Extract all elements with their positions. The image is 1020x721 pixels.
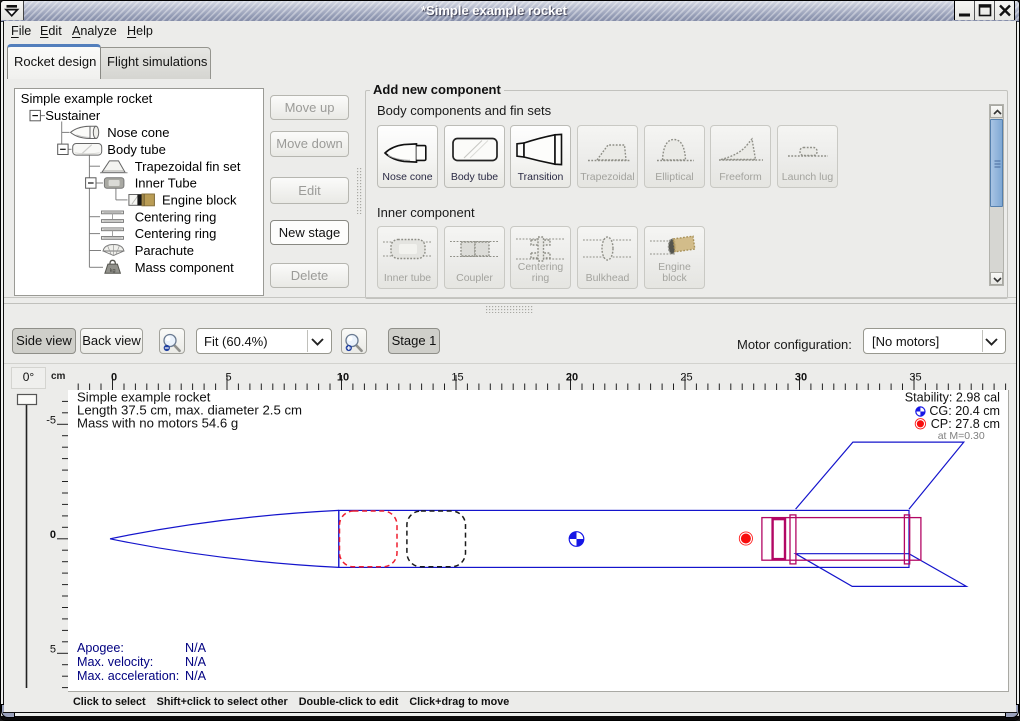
svg-text:CP: 27.8 cm: CP: 27.8 cm [931,417,1000,431]
svg-text:Sustainer: Sustainer [45,108,101,123]
svg-text:Nose cone: Nose cone [107,125,169,140]
svg-text:CG: 20.4 cm: CG: 20.4 cm [929,404,1000,418]
svg-text:Trapezoidal fin set: Trapezoidal fin set [135,159,241,174]
svg-text:N/A: N/A [185,641,207,655]
svg-text:0: 0 [50,529,56,541]
svg-text:Centering ring: Centering ring [135,226,217,241]
svg-text:0: 0 [111,372,117,384]
svg-text:15: 15 [451,372,463,384]
svg-text:Max. velocity:: Max. velocity: [77,655,153,669]
svg-text:20: 20 [566,372,578,384]
svg-text:Apogee:: Apogee: [77,641,124,655]
svg-text:-5: -5 [46,414,56,426]
svg-text:5: 5 [50,643,56,655]
svg-text:Max. acceleration:: Max. acceleration: [77,669,179,683]
svg-text:30: 30 [795,372,807,384]
svg-text:Centering ring: Centering ring [135,209,217,224]
svg-text:Mass with no motors 54.6 g: Mass with no motors 54.6 g [77,416,238,431]
svg-text:N/A: N/A [185,669,207,683]
svg-text:kg: kg [110,268,116,274]
svg-text:Parachute: Parachute [135,243,194,258]
svg-text:5: 5 [225,372,231,384]
svg-text:Body tube: Body tube [107,142,166,157]
svg-text:N/A: N/A [185,655,207,669]
svg-text:Stability: 2.98 cal: Stability: 2.98 cal [905,391,1000,405]
svg-text:at M=0.30: at M=0.30 [938,430,985,442]
svg-text:25: 25 [680,372,692,384]
svg-text:Mass component: Mass component [135,260,234,275]
svg-text:35: 35 [909,372,921,384]
svg-text:Simple example rocket: Simple example rocket [21,91,153,106]
svg-text:10: 10 [337,372,349,384]
svg-text:Inner Tube: Inner Tube [135,176,197,191]
svg-text:Engine block: Engine block [162,193,237,208]
